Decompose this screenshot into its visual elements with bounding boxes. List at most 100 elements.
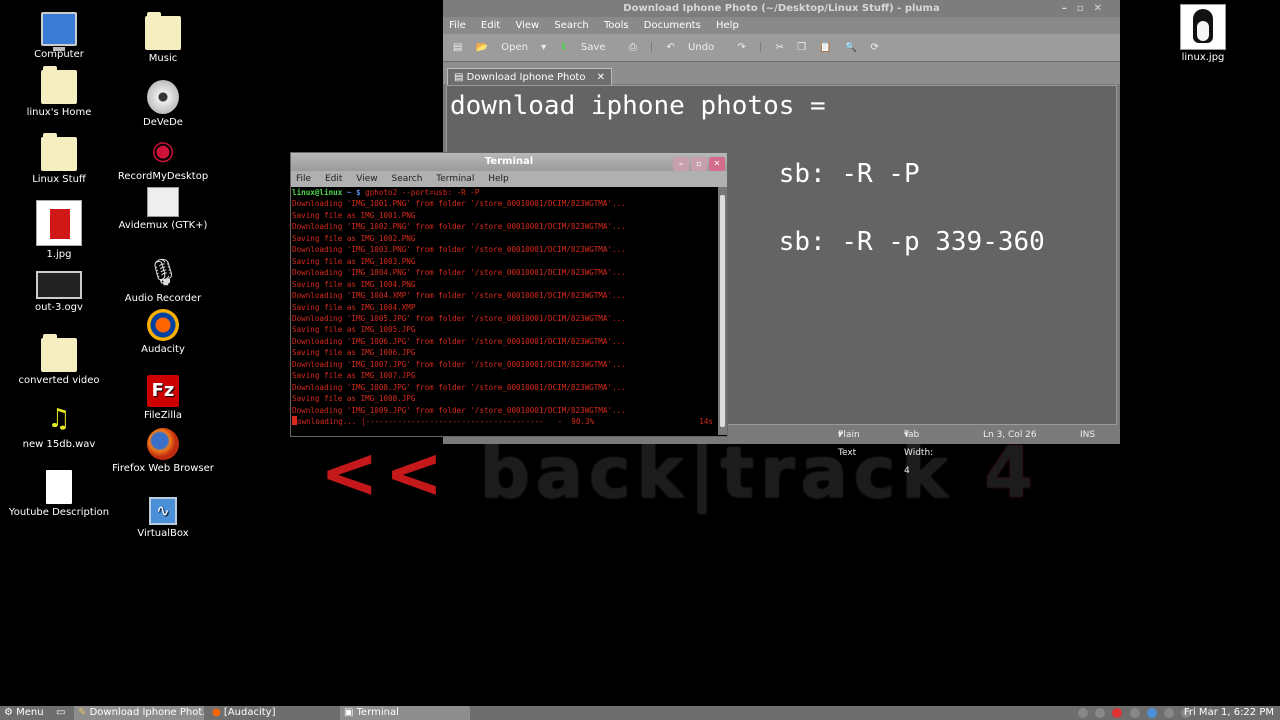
terminal-window[interactable]: Terminal – ▫ ✕ File Edit View Search Termi… xyxy=(290,152,728,437)
desktop-icon-virtualbox[interactable]: ∿ VirtualBox xyxy=(108,497,218,539)
taskbar-item-label: Terminal xyxy=(356,707,399,718)
desktop-icon-music[interactable]: Music xyxy=(108,12,218,64)
output-line: Downloading 'IMG_1004.PNG' from folder '… xyxy=(292,268,626,278)
clock[interactable]: Fri Mar 1, 6:22 PM xyxy=(1184,706,1274,720)
desktop-icon-computer[interactable]: Computer xyxy=(4,12,114,60)
desktop-icon-recordmydesktop[interactable]: ◉ RecordMyDesktop xyxy=(108,134,218,182)
maximize-icon[interactable]: ▫ xyxy=(1077,3,1094,14)
desktop-icon-label: Music xyxy=(148,53,178,64)
tray-icon[interactable] xyxy=(1078,708,1088,718)
tab-width-selector[interactable]: Tab Width: 4 ▾ xyxy=(904,426,933,476)
terminal-menubar: File Edit View Search Terminal Help xyxy=(291,171,727,187)
close-icon[interactable]: ✕ xyxy=(1094,3,1112,14)
menu-file[interactable]: File xyxy=(296,174,311,184)
desktop-icon-converted-video[interactable]: converted video xyxy=(4,334,114,386)
tab-close-icon[interactable]: ✕ xyxy=(597,72,605,83)
avidemux-icon xyxy=(147,187,179,217)
replace-icon[interactable]: ⟳ xyxy=(871,42,879,53)
desktop-icon-firefox[interactable]: Firefox Web Browser xyxy=(108,428,218,474)
terminal-titlebar[interactable]: Terminal – ▫ ✕ xyxy=(291,153,727,171)
desktop-icon-label: Audacity xyxy=(141,344,185,355)
pluma-titlebar[interactable]: Download Iphone Photo (~/Desktop/Linux S… xyxy=(443,0,1120,17)
menu-button[interactable]: ⚙ Menu xyxy=(0,706,50,720)
desktop-icon-1-jpg[interactable]: 1.jpg xyxy=(4,200,114,260)
output-line: Saving file as IMG_1002.PNG xyxy=(292,233,416,243)
redo-icon[interactable]: ↷ xyxy=(737,42,745,53)
taskbar-item-label: Download Iphone Phot... xyxy=(89,707,204,718)
close-icon[interactable]: ✕ xyxy=(709,157,725,171)
desktop-icon-home[interactable]: linux's Home xyxy=(4,66,114,118)
open-button[interactable]: 📂 Open ▾ xyxy=(476,42,547,53)
desktop-icon-linux-jpg[interactable]: linux.jpg xyxy=(1170,4,1236,63)
menu-file[interactable]: File xyxy=(449,20,466,31)
menu-search[interactable]: Search xyxy=(554,20,588,31)
desktop-icon-audacity[interactable]: Audacity xyxy=(108,309,218,355)
terminal-output[interactable]: linux@linux ~ $ gphoto2 --port=usb: -R -… xyxy=(291,187,719,435)
desktop-icon-linux-stuff[interactable]: Linux Stuff xyxy=(4,133,114,185)
output-line: Saving file as IMG_1007.JPG xyxy=(292,371,416,381)
network-icon[interactable] xyxy=(1146,708,1157,718)
copy-icon[interactable]: ❐ xyxy=(797,42,806,53)
new-document-icon[interactable]: ▤ xyxy=(453,42,462,53)
text-file-icon xyxy=(46,470,72,504)
menu-help[interactable]: Help xyxy=(716,20,739,31)
maximize-icon[interactable]: ▫ xyxy=(691,157,707,171)
tray-alert-icon[interactable] xyxy=(1112,708,1123,718)
menu-terminal[interactable]: Terminal xyxy=(436,174,474,184)
taskbar-item-pluma[interactable]: ✎ Download Iphone Phot... xyxy=(74,706,204,720)
desktop-icon-label: Avidemux (GTK+) xyxy=(118,220,208,231)
tux-image-icon xyxy=(1180,4,1226,50)
menu-edit[interactable]: Edit xyxy=(325,174,342,184)
desktop-icon-filezilla[interactable]: Fz FileZilla xyxy=(108,375,218,421)
menu-search[interactable]: Search xyxy=(391,174,422,184)
show-desktop-icon[interactable]: ▭ xyxy=(52,706,66,720)
wallpaper-version: 4 xyxy=(984,432,1040,514)
desktop-icon-out-3-ogv[interactable]: out-3.ogv xyxy=(4,271,114,313)
syntax-mode-selector[interactable]: Plain Text ▾ xyxy=(838,426,860,458)
desktop-icon-label: RecordMyDesktop xyxy=(117,171,209,182)
desktop-icon-audio-recorder[interactable]: 🎙 Audio Recorder xyxy=(108,256,218,304)
desktop-icon-label: converted video xyxy=(18,375,100,386)
menu-documents[interactable]: Documents xyxy=(644,20,701,31)
prompt-symbol: ~ $ xyxy=(342,188,366,197)
output-lines: Downloading 'IMG_1001.PNG' from folder '… xyxy=(292,198,719,416)
volume-icon[interactable] xyxy=(1163,708,1174,718)
desktop-icon-label: linux's Home xyxy=(26,107,92,118)
tray-icon[interactable] xyxy=(1095,708,1106,718)
undo-button[interactable]: ↶ Undo xyxy=(666,42,724,53)
undo-icon: ↶ xyxy=(666,42,675,53)
desktop-icon-label: 1.jpg xyxy=(46,249,72,260)
desktop-icon-youtube-description[interactable]: Youtube Description xyxy=(4,470,114,518)
save-icon: ⬇ xyxy=(559,42,568,53)
desktop-icon-new-15db-wav[interactable]: ♫ new 15db.wav xyxy=(4,402,114,450)
menu-edit[interactable]: Edit xyxy=(481,20,500,31)
syntax-mode-label: Plain Text xyxy=(838,430,860,458)
desktop-icon-label: new 15db.wav xyxy=(22,439,96,450)
minimize-icon[interactable]: – xyxy=(1062,3,1077,14)
find-icon[interactable]: 🔍 xyxy=(845,42,857,53)
tray-icon[interactable] xyxy=(1129,708,1140,718)
cut-icon[interactable]: ✂ xyxy=(775,42,783,53)
desktop-icon-avidemux[interactable]: Avidemux (GTK+) xyxy=(108,187,218,231)
progress-eta: 14s xyxy=(699,417,713,427)
desktop-icon-devede[interactable]: DeVeDe xyxy=(108,80,218,128)
taskbar-item-audacity[interactable]: ● [Audacity] xyxy=(208,706,336,720)
save-button[interactable]: ⬇ Save xyxy=(559,42,615,53)
wallpaper-backtrack-text: back|track xyxy=(479,432,954,514)
menu-help[interactable]: Help xyxy=(488,174,509,184)
menu-view[interactable]: View xyxy=(515,20,539,31)
desktop-icon-label: FileZilla xyxy=(143,410,183,421)
minimize-icon[interactable]: – xyxy=(673,157,689,171)
menu-tools[interactable]: Tools xyxy=(604,20,629,31)
taskbar: ⚙ Menu ▭ ✎ Download Iphone Phot... ● [Au… xyxy=(0,706,1280,720)
terminal-scrollbar[interactable] xyxy=(718,187,727,435)
document-icon: ▤ xyxy=(454,72,464,83)
toolbar-separator: | xyxy=(649,42,654,53)
taskbar-item-label: [Audacity] xyxy=(223,707,276,718)
taskbar-item-terminal[interactable]: ▣ Terminal xyxy=(340,706,470,720)
folder-icon xyxy=(41,334,77,372)
menu-view[interactable]: View xyxy=(356,174,377,184)
output-line: Downloading 'IMG_1007.JPG' from folder '… xyxy=(292,359,626,369)
paste-icon[interactable]: 📋 xyxy=(819,42,831,53)
print-icon[interactable]: ⎙ xyxy=(629,42,637,53)
